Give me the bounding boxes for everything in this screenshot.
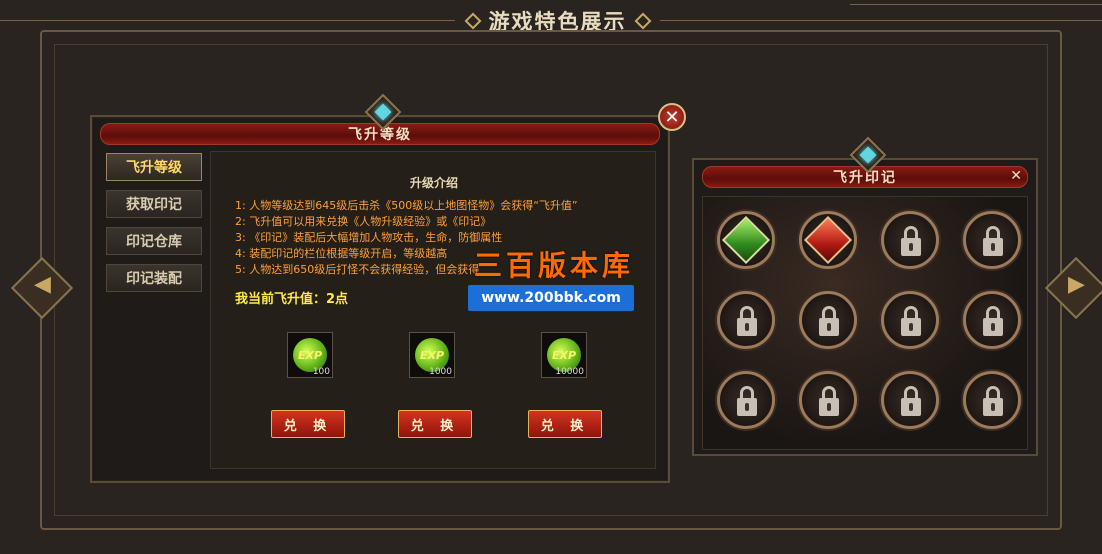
exp-item-count: 1000 [429,367,452,377]
exchange-button[interactable]: 兑 换 [398,410,472,438]
corner-divider [850,4,1102,5]
intro-line: 1: 人物等级达到645级后击杀《500级以上地图怪物》会获得“飞升值” [235,199,578,212]
intro-title: 升级介绍 [409,176,458,190]
seal-slot-locked[interactable] [963,211,1021,269]
watermark-brand: 三百版本库 [474,249,635,282]
seal-slot-red[interactable] [799,211,857,269]
seal-slot-locked[interactable] [881,371,939,429]
diamond-ornament-icon [464,12,481,30]
red-seal-icon [803,215,853,265]
chevron-right-icon: ▶ [1068,272,1085,297]
exp-item-count: 100 [312,367,330,377]
exp-item-slot[interactable]: EXP 10000 [541,332,587,378]
seal-grid [702,196,1028,450]
seal-slot-locked[interactable] [881,291,939,349]
tab-obtain-seal[interactable]: 获取印记 [106,190,202,218]
exp-item-count: 10000 [555,367,584,377]
seal-slot-locked[interactable] [963,291,1021,349]
diamond-ornament-icon [634,12,651,30]
tab-seal-warehouse[interactable]: 印记仓库 [106,227,202,255]
tab-seal-equip[interactable]: 印记装配 [106,264,202,292]
exchange-button[interactable]: 兑 换 [271,410,345,438]
exchange-button[interactable]: 兑 换 [528,410,602,438]
chevron-left-icon: ◀ [34,272,51,297]
watermark-url: www.200bbk.com [468,285,634,311]
seal-slot-green[interactable] [717,211,775,269]
close-button[interactable]: ✕ [658,103,686,131]
seal-slot-locked[interactable] [799,291,857,349]
exp-item-slot[interactable]: EXP 1000 [409,332,455,378]
intro-line: 2: 飞升值可以用来兑换《人物升级经验》或《印记》 [235,215,492,228]
current-ascension-value: 我当前飞升值：2点 [235,292,349,307]
seal-slot-locked[interactable] [881,211,939,269]
tab-ascension-level[interactable]: 飞升等级 [106,153,202,181]
side-tabs: 飞升等级 获取印记 印记仓库 印记装配 [106,153,202,301]
exp-item-slot[interactable]: EXP 100 [287,332,333,378]
seal-slot-locked[interactable] [717,291,775,349]
green-seal-icon [721,215,771,265]
close-icon[interactable]: ✕ [1010,168,1022,184]
seal-slot-locked[interactable] [717,371,775,429]
seal-slot-locked[interactable] [963,371,1021,429]
ascension-seal-panel: 飞升印记 ✕ [692,136,1038,456]
top-divider-right [660,20,1102,21]
seal-slot-locked[interactable] [799,371,857,429]
top-divider-left [0,20,455,21]
close-icon: ✕ [664,106,680,128]
